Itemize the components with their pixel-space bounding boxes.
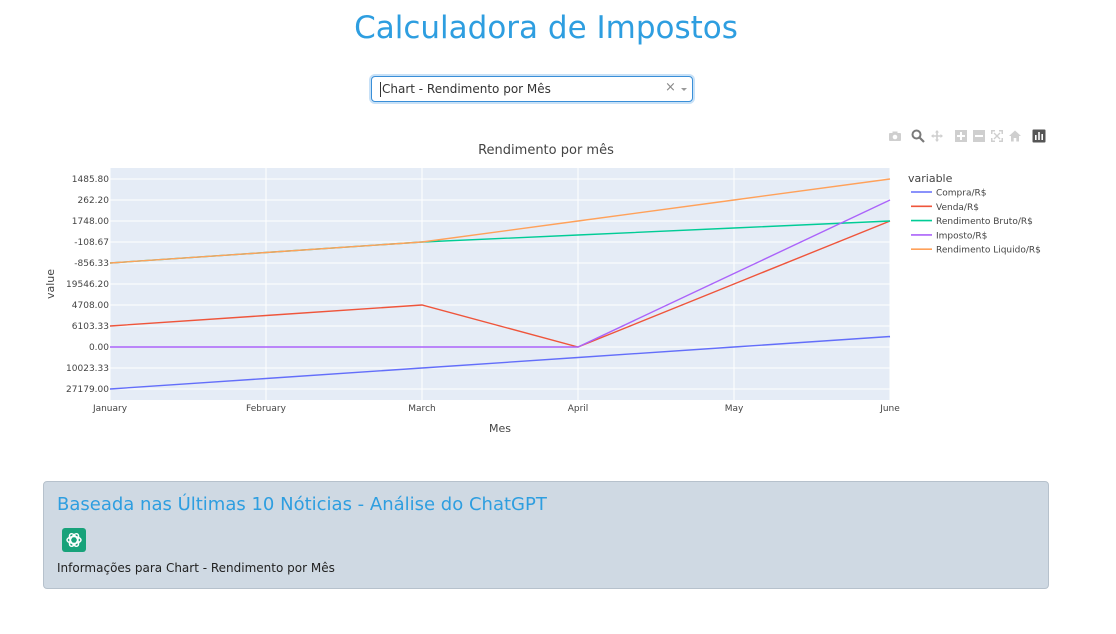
clear-icon[interactable]: × [665,80,676,95]
y-tick-label: 1748.00 [72,217,109,227]
legend-item-label[interactable]: Imposto/R$ [936,231,987,241]
legend-item-label[interactable]: Compra/R$ [936,189,987,199]
legend-item-label[interactable]: Rendimento Bruto/R$ [936,217,1033,227]
y-tick-label: 1485.80 [72,175,109,185]
y-tick-label: 19546.20 [66,280,109,290]
x-tick-label: April [568,404,589,414]
line-chart: Rendimento por mês January February March A… [44,143,1041,435]
x-tick-label: May [725,404,744,414]
y-tick-label: 6103.33 [72,322,109,332]
y-tick-label: 262.20 [78,196,110,206]
chatgpt-logo-icon [62,528,86,552]
x-tick-label: June [879,404,900,414]
x-tick-label: February [246,404,287,414]
news-title: Baseada nas Últimas 10 Nóticias - Anális… [57,494,547,515]
y-tick-label: 10023.33 [66,364,109,374]
x-tick-labels: January February March April May June [92,404,900,414]
legend-item-label[interactable]: Rendimento Liquido/R$ [936,246,1041,256]
chevron-down-icon[interactable] [681,88,687,91]
y-tick-label: -108.67 [74,238,109,248]
legend-title: variable [908,172,953,185]
page-title: Calculadora de Impostos [354,10,738,46]
dropdown-selected-value: Chart - Rendimento por Mês [380,82,551,97]
y-tick-label: 4708.00 [72,301,109,311]
y-axis-label: value [44,269,57,299]
chart-select-dropdown[interactable]: Chart - Rendimento por Mês × [371,76,693,102]
chart-title: Rendimento por mês [478,143,614,158]
y-tick-labels: 1485.80 262.20 1748.00 -108.67 -856.33 19546.… [66,175,109,395]
y-tick-label: 0.00 [89,343,109,353]
y-tick-label: 27179.00 [66,385,109,395]
y-tick-label: -856.33 [74,259,109,269]
legend: Compra/R$ Venda/R$ Rendimento Bruto/R$ Impo… [911,189,1041,256]
news-info-text: Informações para Chart - Rendimento por … [57,561,335,575]
news-analysis-panel: Baseada nas Últimas 10 Nóticias - Anális… [43,481,1049,589]
x-tick-label: January [92,404,128,414]
x-tick-label: March [408,404,435,414]
legend-item-label[interactable]: Venda/R$ [936,203,979,213]
x-axis-label: Mes [489,422,511,435]
